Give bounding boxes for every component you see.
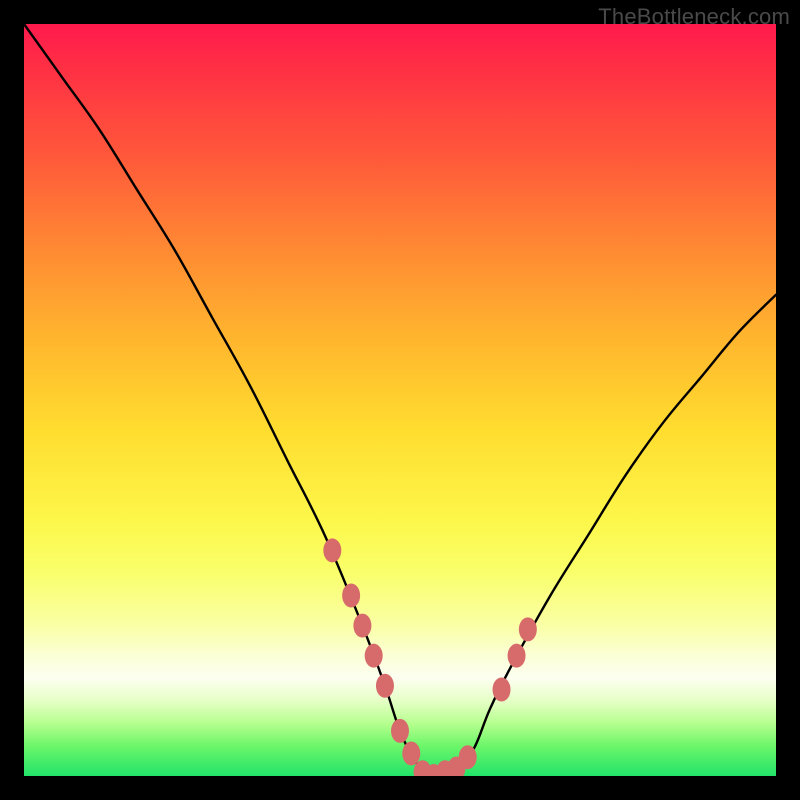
curve-marker bbox=[391, 719, 409, 743]
curve-marker bbox=[376, 674, 394, 698]
curve-marker bbox=[493, 678, 511, 702]
curve-marker bbox=[342, 584, 360, 608]
marker-layer bbox=[24, 24, 776, 776]
chart-frame: TheBottleneck.com bbox=[0, 0, 800, 800]
curve-marker bbox=[519, 617, 537, 641]
watermark-text: TheBottleneck.com bbox=[598, 4, 790, 30]
curve-marker bbox=[508, 644, 526, 668]
curve-marker bbox=[323, 538, 341, 562]
curve-marker bbox=[365, 644, 383, 668]
curve-marker bbox=[459, 745, 477, 769]
curve-marker bbox=[402, 741, 420, 765]
plot-area bbox=[24, 24, 776, 776]
curve-marker bbox=[353, 614, 371, 638]
